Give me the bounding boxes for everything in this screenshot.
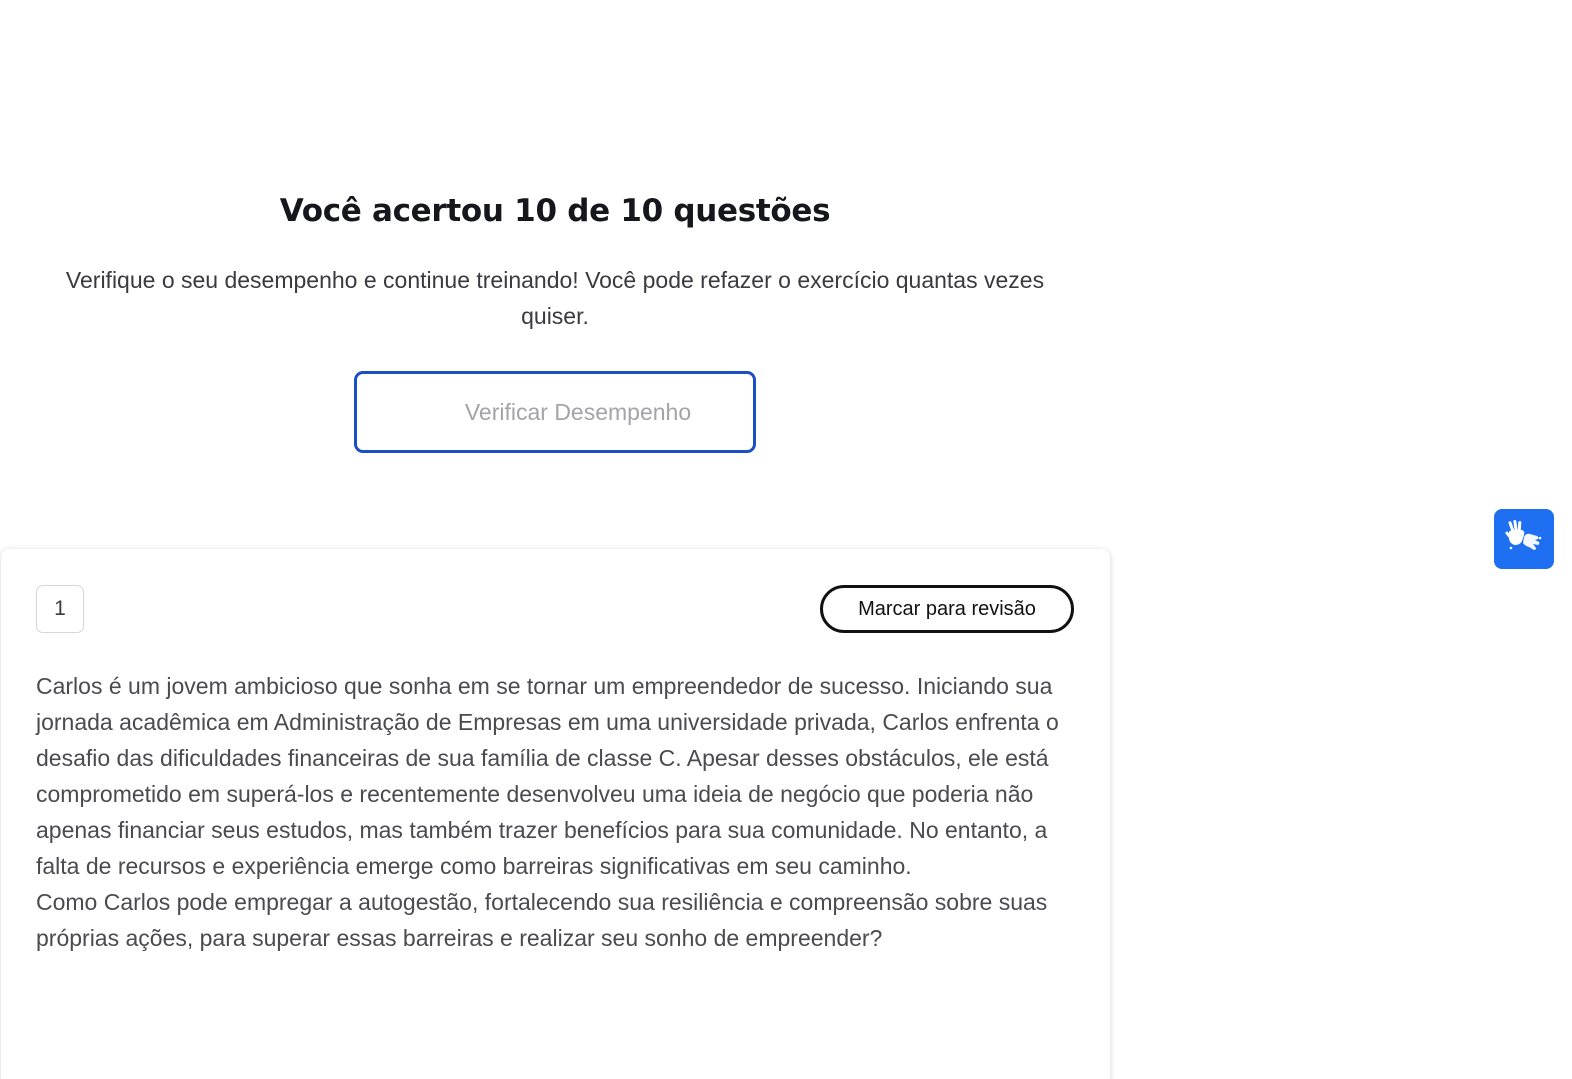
result-title: Você acertou 10 de 10 questões bbox=[279, 193, 831, 229]
question-number: 1 bbox=[54, 597, 66, 620]
verify-performance-button[interactable]: Verificar Desempenho bbox=[354, 371, 756, 453]
result-subtitle: Verifique o seu desempenho e continue tr… bbox=[65, 267, 1045, 329]
mark-for-review-button[interactable]: Marcar para revisão bbox=[820, 585, 1074, 633]
sign-language-widget-button[interactable] bbox=[1494, 509, 1554, 569]
mark-for-review-label: Marcar para revisão bbox=[858, 597, 1036, 620]
sign-language-hands-icon bbox=[1504, 517, 1544, 561]
question-number-badge: 1 bbox=[36, 585, 84, 633]
question-text: Carlos é um jovem ambicioso que sonha em… bbox=[36, 668, 1076, 956]
verify-performance-label: Verificar Desempenho bbox=[464, 398, 692, 425]
question-context: Carlos é um jovem ambicioso que sonha em… bbox=[36, 673, 1059, 879]
question-card: 1 Marcar para revisão Carlos é um jovem … bbox=[1, 549, 1110, 1079]
question-prompt: Como Carlos pode empregar a autogestão, … bbox=[36, 889, 1048, 951]
